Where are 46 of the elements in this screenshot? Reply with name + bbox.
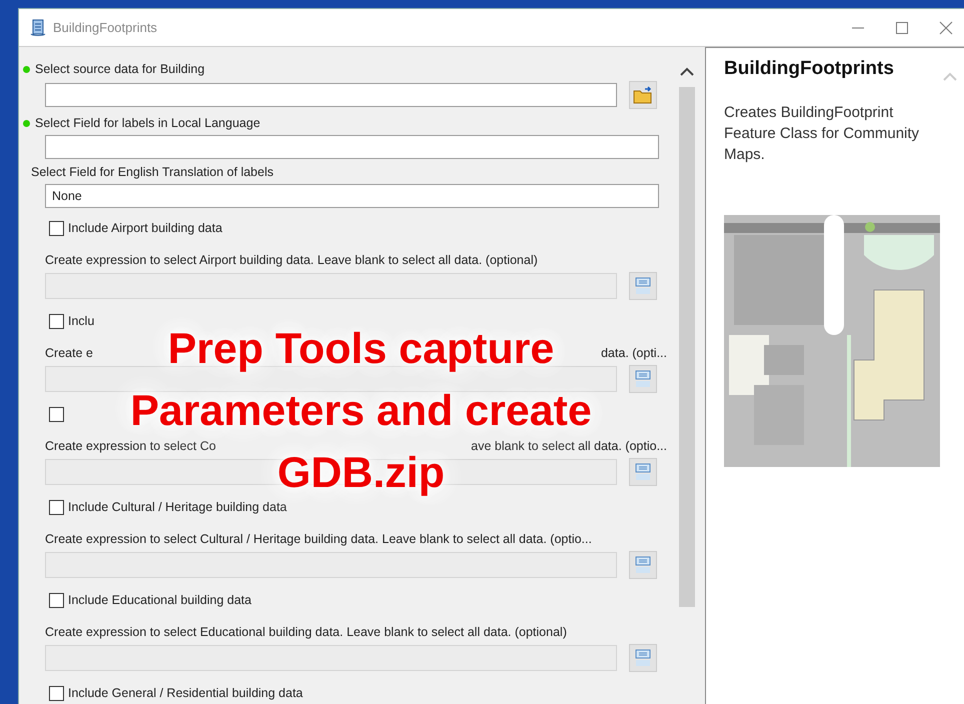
checkbox[interactable]	[49, 314, 64, 328]
sql-button[interactable]	[629, 272, 657, 300]
help-description: Creates BuildingFootprint Feature Class for Community Maps.	[724, 103, 920, 165]
folder-button[interactable]	[629, 81, 657, 109]
table-icon	[635, 277, 651, 295]
input-field[interactable]	[45, 135, 659, 159]
sql-button[interactable]	[629, 458, 657, 486]
checkbox[interactable]	[49, 406, 64, 422]
checkbox[interactable]	[49, 592, 64, 608]
checkbox-label: Include Educational building data	[68, 593, 252, 607]
help-title: BuildingFootprints	[724, 58, 894, 80]
expression-label: Create expression to select Educational building data. Leave blank to select all data. (optional)	[45, 625, 567, 639]
sql-button[interactable]	[629, 644, 657, 672]
parameter-label: Select Field for English Translation of labels	[31, 165, 274, 179]
window-title: BuildingFootprints	[53, 20, 158, 35]
expression-label: Create expression to select Co	[45, 439, 216, 453]
parameter-label: Select Field for labels in Local Language	[35, 116, 260, 130]
checkbox-label: Include General / Residential building data	[68, 686, 303, 700]
checkbox-label: Inclu	[68, 314, 94, 328]
table-icon	[635, 370, 651, 388]
scroll-icon	[29, 18, 47, 38]
input-field[interactable]	[45, 83, 617, 107]
caption-line: GDB.zip	[277, 452, 445, 494]
table-icon	[635, 463, 651, 481]
caption-line: Parameters and create	[130, 390, 592, 432]
sql-button[interactable]	[629, 551, 657, 579]
caption-line: Prep Tools capture	[168, 328, 554, 370]
checkbox[interactable]	[49, 686, 64, 700]
scrollbar-thumb[interactable]	[679, 87, 695, 607]
table-icon	[635, 649, 651, 667]
parameter-label: Select source data for Building	[35, 62, 205, 76]
sql-button[interactable]	[629, 365, 657, 393]
checkbox-label: Include Cultural / Heritage building data	[68, 500, 287, 514]
input-field[interactable]: None	[45, 184, 659, 208]
expression-label: Create expression to select Airport building data. Leave blank to select all data. (optional)	[45, 253, 538, 267]
checkbox-label: Include Airport building data	[68, 221, 222, 235]
expression-label: Create expression to select Cultural / Heritage building data. Leave blank to select all data. (optio...	[45, 532, 592, 546]
expression-label: ave blank to select all data. (optio...	[471, 439, 667, 453]
maximize-icon[interactable]	[895, 20, 909, 34]
checkbox[interactable]	[49, 220, 64, 236]
checkbox[interactable]	[49, 500, 64, 514]
scroll-up-icon[interactable]	[679, 67, 695, 77]
table-icon	[635, 556, 651, 574]
close-icon[interactable]	[939, 20, 953, 34]
expression-label: data. (opti...	[600, 346, 667, 360]
expression-label: Create e	[45, 346, 93, 360]
